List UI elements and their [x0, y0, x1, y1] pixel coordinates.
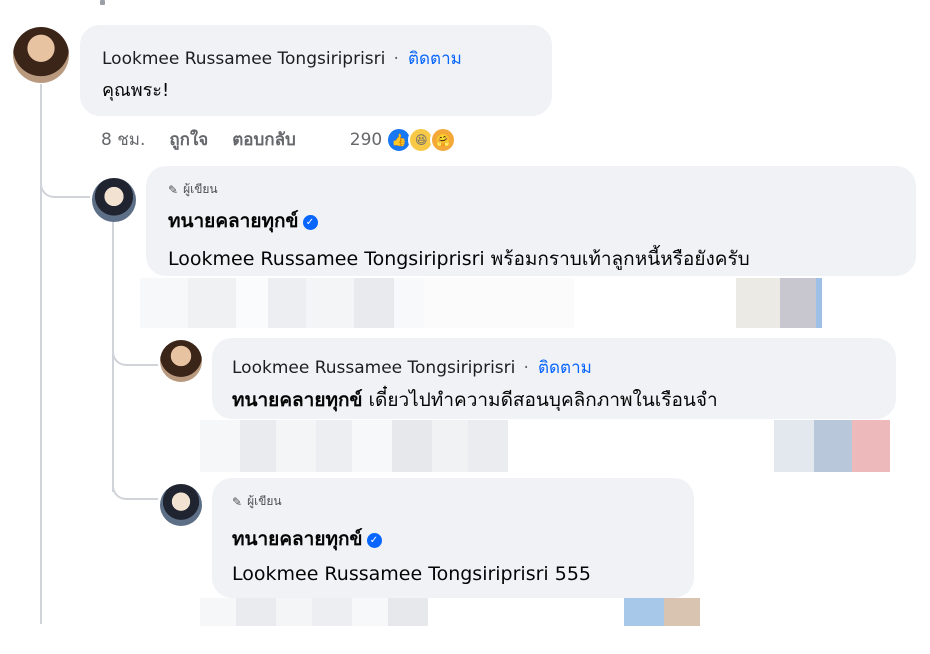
- verified-icon: ✓: [366, 533, 382, 548]
- comment-author-name[interactable]: Lookmee Russamee Tongsiriprisri: [102, 49, 385, 69]
- reaction-count[interactable]: 290: [350, 130, 382, 150]
- follow-link[interactable]: ติดตาม: [408, 49, 462, 69]
- pencil-icon: ✎: [168, 182, 179, 197]
- comment-bubble-main: Lookmee Russamee Tongsiriprisri · ติดตาม…: [80, 25, 552, 116]
- thread-line-main: [40, 84, 42, 624]
- reply-text: พร้อมกราบเท้าลูกหนี้หรือยังครับ: [490, 248, 750, 270]
- mention-link[interactable]: Lookmee Russamee Tongsiriprisri: [168, 248, 485, 270]
- author-badge: ✎ ผู้เขียน: [232, 494, 282, 509]
- thread-connector-3: [112, 470, 158, 500]
- reply-text: 555: [554, 563, 592, 585]
- avatar-lookmee-reply[interactable]: [160, 340, 202, 382]
- blurred-actions-2: [200, 420, 890, 472]
- author-badge: ✎ ผู้เขียน: [168, 182, 218, 197]
- reply-bubble-2: Lookmee Russamee Tongsiriprisri · ติดตาม…: [212, 338, 896, 419]
- reply-author-name[interactable]: Lookmee Russamee Tongsiriprisri: [232, 358, 515, 378]
- comment-time[interactable]: 8 ชม.: [101, 126, 145, 153]
- comment-actions: 8 ชม. ถูกใจ ตอบกลับ 290 👍 😆 🤗: [101, 126, 457, 153]
- reply-bubble-1: ✎ ผู้เขียน ทนายคลายทุกข์ ✓ Lookmee Russam…: [146, 166, 916, 276]
- like-button[interactable]: ถูกใจ: [169, 126, 208, 153]
- reply-button[interactable]: ตอบกลับ: [232, 126, 296, 153]
- reply-author-name[interactable]: ทนายคลายทุกข์: [232, 528, 363, 550]
- thread-connector-2: [112, 336, 158, 366]
- care-icon: 🤗: [430, 126, 457, 153]
- mention-link[interactable]: ทนายคลายทุกข์: [232, 389, 363, 411]
- thread-connector-1: [40, 168, 90, 198]
- reply-text: เดี๋ยวไปทำความดีสอนบุคลิกภาพในเรือนจำ: [368, 389, 718, 411]
- blurred-actions-1: [140, 278, 822, 328]
- blurred-actions-3: [200, 598, 700, 626]
- follow-link[interactable]: ติดตาม: [538, 358, 592, 378]
- top-mark: [100, 0, 105, 5]
- mention-link[interactable]: Lookmee Russamee Tongsiriprisri: [232, 563, 549, 585]
- verified-icon: ✓: [302, 215, 318, 230]
- pencil-icon: ✎: [232, 494, 243, 509]
- comment-text: คุณพระ!: [102, 80, 170, 101]
- avatar-lawyer[interactable]: [92, 178, 136, 222]
- avatar-lawyer-reply[interactable]: [160, 484, 202, 526]
- separator-dot: ·: [393, 49, 399, 69]
- separator-dot: ·: [523, 358, 529, 378]
- avatar-lookmee[interactable]: [13, 27, 69, 83]
- reply-bubble-3: ✎ ผู้เขียน ทนายคลายทุกข์ ✓ Lookmee Russam…: [212, 478, 694, 598]
- reply-author-name[interactable]: ทนายคลายทุกข์: [168, 210, 299, 232]
